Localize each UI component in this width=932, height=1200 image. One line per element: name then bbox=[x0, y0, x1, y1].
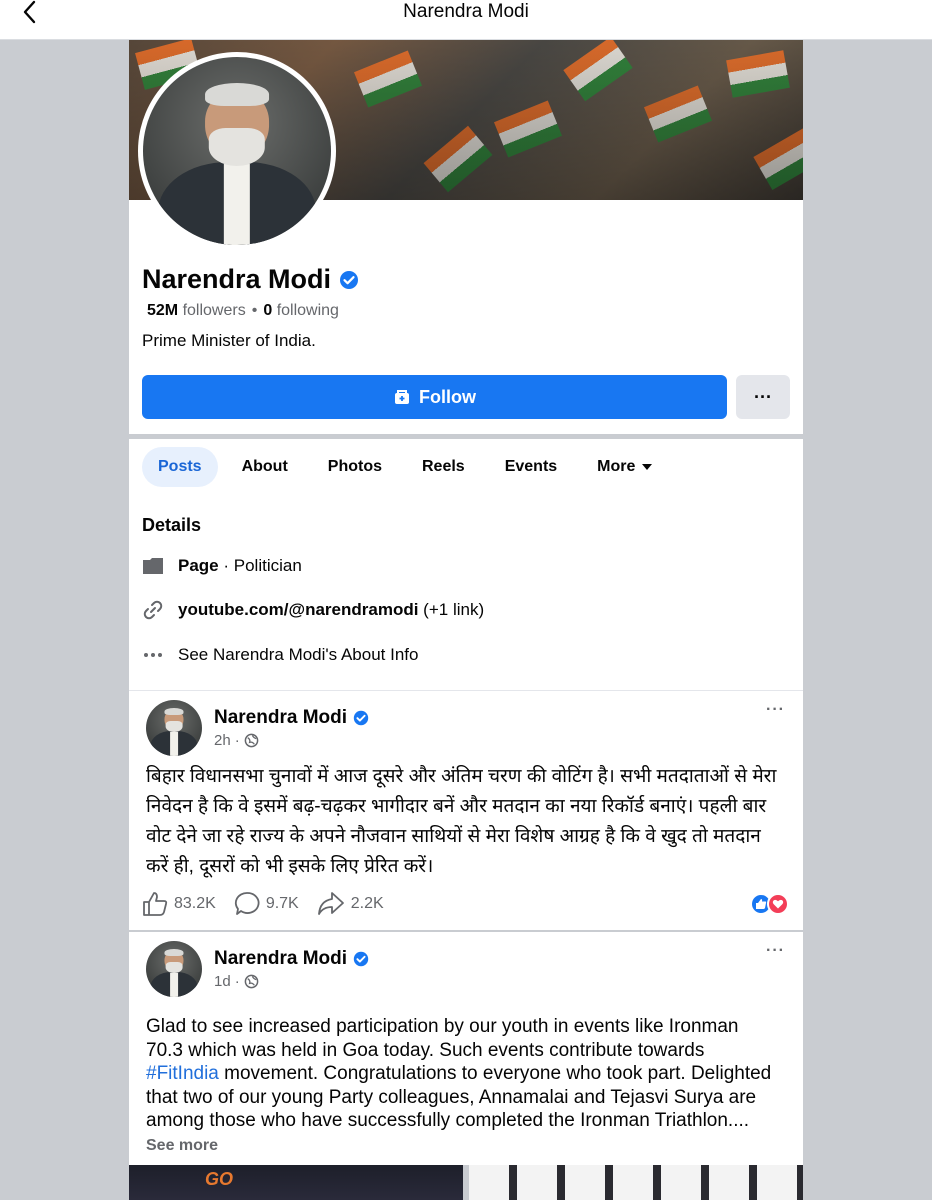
post-card: Narendra Modi 2h · ··· बिहार विधानसभा चु… bbox=[129, 690, 803, 930]
verified-badge-icon bbox=[353, 951, 369, 967]
love-reaction-icon bbox=[767, 893, 789, 915]
page-icon bbox=[142, 555, 164, 577]
website-link[interactable]: youtube.com/@narendramodi bbox=[178, 600, 418, 619]
post-actions: 83.2K 9.7K 2.2K bbox=[142, 891, 384, 917]
profile-name-row: Narendra Modi bbox=[142, 264, 359, 295]
top-bar: Narendra Modi bbox=[0, 0, 932, 40]
post-time[interactable]: 2h bbox=[214, 732, 231, 749]
comment-icon bbox=[234, 892, 260, 915]
profile-name: Narendra Modi bbox=[142, 264, 332, 294]
tab-about[interactable]: About bbox=[226, 447, 304, 487]
post-time[interactable]: 1d bbox=[214, 973, 231, 990]
share-button[interactable]: 2.2K bbox=[317, 891, 384, 917]
tab-more[interactable]: More bbox=[581, 447, 669, 487]
follow-button[interactable]: Follow bbox=[142, 375, 727, 419]
detail-page-category: Page · Politician bbox=[142, 555, 302, 577]
post-photos: GO bbox=[129, 1165, 803, 1200]
thumbs-up-icon bbox=[143, 892, 168, 916]
share-icon bbox=[317, 892, 344, 915]
like-button[interactable]: 83.2K bbox=[142, 891, 216, 917]
tab-events[interactable]: Events bbox=[489, 447, 573, 487]
globe-icon bbox=[244, 974, 259, 989]
detail-about-info[interactable]: See Narendra Modi's About Info bbox=[142, 644, 418, 666]
post-text: बिहार विधानसभा चुनावों में आज दूसरे और अ… bbox=[146, 766, 777, 877]
profile-stats: 52M followers • 0 following bbox=[147, 302, 339, 320]
post-options-button[interactable]: ··· bbox=[766, 701, 785, 719]
post-header: Narendra Modi 2h · bbox=[146, 700, 369, 756]
dots-icon bbox=[142, 644, 164, 666]
detail-link: youtube.com/@narendramodi (+1 link) bbox=[142, 599, 484, 621]
caret-down-icon bbox=[642, 464, 653, 470]
see-more-link[interactable]: See more bbox=[146, 1137, 218, 1154]
about-card: Posts About Photos Reels Events More Det… bbox=[129, 439, 803, 690]
comment-button[interactable]: 9.7K bbox=[234, 891, 299, 917]
profile-bio: Prime Minister of India. bbox=[142, 331, 316, 350]
post-options-button[interactable]: ··· bbox=[766, 942, 785, 960]
tab-reels[interactable]: Reels bbox=[406, 447, 481, 487]
page-title: Narendra Modi bbox=[403, 1, 529, 22]
post-card: Narendra Modi 1d · ··· Glad to see incre… bbox=[129, 932, 803, 1165]
followers-link[interactable]: 52M followers bbox=[147, 302, 246, 320]
globe-icon bbox=[244, 733, 259, 748]
post-author[interactable]: Narendra Modi bbox=[214, 948, 347, 970]
verified-badge-icon bbox=[353, 710, 369, 726]
hashtag-link[interactable]: #FitIndia bbox=[146, 1063, 219, 1084]
follow-icon bbox=[395, 390, 409, 404]
profile-picture[interactable] bbox=[138, 52, 336, 250]
tab-photos[interactable]: Photos bbox=[312, 447, 398, 487]
post-header: Narendra Modi 1d · bbox=[146, 941, 369, 997]
details-heading: Details bbox=[142, 515, 202, 535]
tab-posts[interactable]: Posts bbox=[142, 447, 218, 487]
link-icon bbox=[142, 599, 164, 621]
profile-tabs: Posts About Photos Reels Events More bbox=[142, 447, 677, 487]
profile-card: Narendra Modi 52M followers • 0 followin… bbox=[129, 40, 803, 434]
post-photo[interactable]: GO bbox=[129, 1165, 463, 1200]
post-author[interactable]: Narendra Modi bbox=[214, 707, 347, 729]
avatar[interactable] bbox=[146, 700, 202, 756]
post-photo[interactable] bbox=[469, 1165, 803, 1200]
more-options-button[interactable]: ··· bbox=[736, 375, 790, 419]
post-text: Glad to see increased participation by o… bbox=[146, 1016, 772, 1154]
avatar[interactable] bbox=[146, 941, 202, 997]
verified-badge-icon bbox=[340, 270, 359, 289]
following-link[interactable]: 0 following bbox=[263, 302, 339, 320]
reaction-summary[interactable] bbox=[750, 893, 789, 915]
